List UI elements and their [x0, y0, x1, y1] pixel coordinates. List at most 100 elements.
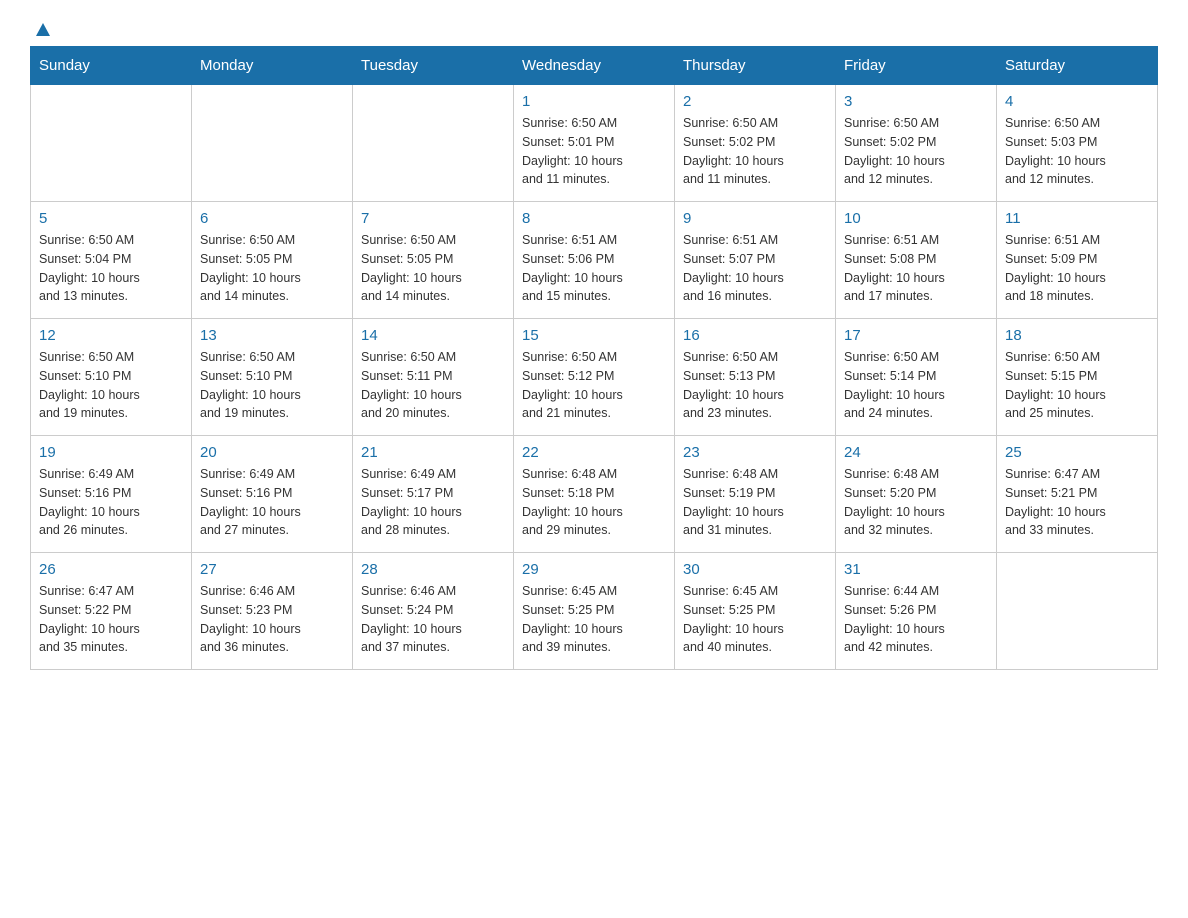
calendar-cell: 17 Sunrise: 6:50 AM Sunset: 5:14 PM Dayli… [836, 319, 997, 436]
calendar-week-row: 1Sunrise: 6:50 AM Sunset: 5:01 PM Daylig… [31, 85, 1158, 202]
day-info: Sunrise: 6:44 AM Sunset: 5:26 PM Dayligh… [844, 582, 988, 657]
calendar-week-row: 19 Sunrise: 6:49 AM Sunset: 5:16 PM Dayli… [31, 436, 1158, 553]
day-number: 17 [844, 327, 988, 344]
calendar-cell: 3Sunrise: 6:50 AM Sunset: 5:02 PM Daylig… [836, 85, 997, 202]
day-info: Sunrise: 6:46 AM Sunset: 5:24 PM Dayligh… [361, 582, 505, 657]
weekday-header-sunday: Sunday [31, 47, 192, 85]
calendar-cell: 14 Sunrise: 6:50 AM Sunset: 5:11 PM Dayli… [353, 319, 514, 436]
calendar-week-row: 26Sunrise: 6:47 AM Sunset: 5:22 PM Dayli… [31, 553, 1158, 670]
day-info: Sunrise: 6:46 AM Sunset: 5:23 PM Dayligh… [200, 582, 344, 657]
calendar-cell: 26Sunrise: 6:47 AM Sunset: 5:22 PM Dayli… [31, 553, 192, 670]
calendar-cell: 6Sunrise: 6:50 AM Sunset: 5:05 PM Daylig… [192, 202, 353, 319]
calendar-cell: 29 Sunrise: 6:45 AM Sunset: 5:25 PM Dayli… [514, 553, 675, 670]
logo [30, 20, 54, 36]
day-number: 5 [39, 210, 183, 227]
calendar-cell: 22Sunrise: 6:48 AM Sunset: 5:18 PM Dayli… [514, 436, 675, 553]
calendar-cell [192, 85, 353, 202]
day-info: Sunrise: 6:51 AM Sunset: 5:06 PM Dayligh… [522, 231, 666, 306]
day-number: 28 [361, 561, 505, 578]
calendar-cell: 8 Sunrise: 6:51 AM Sunset: 5:06 PM Daylig… [514, 202, 675, 319]
day-info: Sunrise: 6:50 AM Sunset: 5:15 PM Dayligh… [1005, 348, 1149, 423]
day-info: Sunrise: 6:50 AM Sunset: 5:05 PM Dayligh… [361, 231, 505, 306]
day-info: Sunrise: 6:47 AM Sunset: 5:22 PM Dayligh… [39, 582, 183, 657]
day-info: Sunrise: 6:50 AM Sunset: 5:13 PM Dayligh… [683, 348, 827, 423]
day-info: Sunrise: 6:50 AM Sunset: 5:10 PM Dayligh… [39, 348, 183, 423]
day-number: 21 [361, 444, 505, 461]
day-info: Sunrise: 6:50 AM Sunset: 5:04 PM Dayligh… [39, 231, 183, 306]
calendar-cell: 30 Sunrise: 6:45 AM Sunset: 5:25 PM Dayli… [675, 553, 836, 670]
weekday-header-saturday: Saturday [997, 47, 1158, 85]
calendar-cell: 16 Sunrise: 6:50 AM Sunset: 5:13 PM Dayli… [675, 319, 836, 436]
day-number: 20 [200, 444, 344, 461]
day-info: Sunrise: 6:50 AM Sunset: 5:02 PM Dayligh… [844, 114, 988, 189]
weekday-header-thursday: Thursday [675, 47, 836, 85]
calendar-cell: 21 Sunrise: 6:49 AM Sunset: 5:17 PM Dayli… [353, 436, 514, 553]
calendar-week-row: 12 Sunrise: 6:50 AM Sunset: 5:10 PM Dayli… [31, 319, 1158, 436]
day-number: 8 [522, 210, 666, 227]
day-info: Sunrise: 6:45 AM Sunset: 5:25 PM Dayligh… [522, 582, 666, 657]
day-info: Sunrise: 6:49 AM Sunset: 5:17 PM Dayligh… [361, 465, 505, 540]
day-info: Sunrise: 6:49 AM Sunset: 5:16 PM Dayligh… [39, 465, 183, 540]
day-info: Sunrise: 6:50 AM Sunset: 5:10 PM Dayligh… [200, 348, 344, 423]
day-number: 27 [200, 561, 344, 578]
day-number: 30 [683, 561, 827, 578]
calendar-cell: 9 Sunrise: 6:51 AM Sunset: 5:07 PM Daylig… [675, 202, 836, 319]
calendar-cell: 15Sunrise: 6:50 AM Sunset: 5:12 PM Dayli… [514, 319, 675, 436]
calendar-cell: 27 Sunrise: 6:46 AM Sunset: 5:23 PM Dayli… [192, 553, 353, 670]
weekday-header-wednesday: Wednesday [514, 47, 675, 85]
day-number: 23 [683, 444, 827, 461]
page-header [30, 20, 1158, 36]
day-number: 13 [200, 327, 344, 344]
day-info: Sunrise: 6:50 AM Sunset: 5:11 PM Dayligh… [361, 348, 505, 423]
day-number: 19 [39, 444, 183, 461]
day-number: 18 [1005, 327, 1149, 344]
day-number: 7 [361, 210, 505, 227]
day-info: Sunrise: 6:48 AM Sunset: 5:19 PM Dayligh… [683, 465, 827, 540]
calendar-cell: 18 Sunrise: 6:50 AM Sunset: 5:15 PM Dayli… [997, 319, 1158, 436]
logo-triangle-icon [32, 18, 54, 40]
day-info: Sunrise: 6:50 AM Sunset: 5:14 PM Dayligh… [844, 348, 988, 423]
calendar-cell: 20Sunrise: 6:49 AM Sunset: 5:16 PM Dayli… [192, 436, 353, 553]
calendar-cell: 28 Sunrise: 6:46 AM Sunset: 5:24 PM Dayli… [353, 553, 514, 670]
calendar-cell: 25 Sunrise: 6:47 AM Sunset: 5:21 PM Dayli… [997, 436, 1158, 553]
day-number: 6 [200, 210, 344, 227]
day-info: Sunrise: 6:50 AM Sunset: 5:12 PM Dayligh… [522, 348, 666, 423]
day-number: 16 [683, 327, 827, 344]
day-number: 14 [361, 327, 505, 344]
calendar-week-row: 5 Sunrise: 6:50 AM Sunset: 5:04 PM Daylig… [31, 202, 1158, 319]
day-info: Sunrise: 6:51 AM Sunset: 5:09 PM Dayligh… [1005, 231, 1149, 306]
weekday-header-tuesday: Tuesday [353, 47, 514, 85]
calendar-cell: 12 Sunrise: 6:50 AM Sunset: 5:10 PM Dayli… [31, 319, 192, 436]
day-info: Sunrise: 6:50 AM Sunset: 5:02 PM Dayligh… [683, 114, 827, 189]
day-number: 12 [39, 327, 183, 344]
day-number: 2 [683, 93, 827, 110]
day-info: Sunrise: 6:51 AM Sunset: 5:08 PM Dayligh… [844, 231, 988, 306]
calendar-cell: 23 Sunrise: 6:48 AM Sunset: 5:19 PM Dayli… [675, 436, 836, 553]
day-info: Sunrise: 6:47 AM Sunset: 5:21 PM Dayligh… [1005, 465, 1149, 540]
calendar-header-row: SundayMondayTuesdayWednesdayThursdayFrid… [31, 47, 1158, 85]
day-info: Sunrise: 6:50 AM Sunset: 5:03 PM Dayligh… [1005, 114, 1149, 189]
calendar-cell: 1Sunrise: 6:50 AM Sunset: 5:01 PM Daylig… [514, 85, 675, 202]
weekday-header-friday: Friday [836, 47, 997, 85]
calendar-cell [353, 85, 514, 202]
day-number: 4 [1005, 93, 1149, 110]
calendar-cell: 10 Sunrise: 6:51 AM Sunset: 5:08 PM Dayli… [836, 202, 997, 319]
day-number: 10 [844, 210, 988, 227]
calendar-cell: 31Sunrise: 6:44 AM Sunset: 5:26 PM Dayli… [836, 553, 997, 670]
day-number: 29 [522, 561, 666, 578]
day-number: 25 [1005, 444, 1149, 461]
calendar-cell: 2 Sunrise: 6:50 AM Sunset: 5:02 PM Daylig… [675, 85, 836, 202]
calendar-cell: 5 Sunrise: 6:50 AM Sunset: 5:04 PM Daylig… [31, 202, 192, 319]
day-info: Sunrise: 6:45 AM Sunset: 5:25 PM Dayligh… [683, 582, 827, 657]
day-info: Sunrise: 6:48 AM Sunset: 5:20 PM Dayligh… [844, 465, 988, 540]
calendar-cell: 7 Sunrise: 6:50 AM Sunset: 5:05 PM Daylig… [353, 202, 514, 319]
day-info: Sunrise: 6:48 AM Sunset: 5:18 PM Dayligh… [522, 465, 666, 540]
calendar-cell: 19 Sunrise: 6:49 AM Sunset: 5:16 PM Dayli… [31, 436, 192, 553]
weekday-header-monday: Monday [192, 47, 353, 85]
calendar-table: SundayMondayTuesdayWednesdayThursdayFrid… [30, 46, 1158, 670]
day-number: 9 [683, 210, 827, 227]
calendar-cell [31, 85, 192, 202]
day-info: Sunrise: 6:51 AM Sunset: 5:07 PM Dayligh… [683, 231, 827, 306]
day-number: 11 [1005, 210, 1149, 227]
day-info: Sunrise: 6:50 AM Sunset: 5:01 PM Dayligh… [522, 114, 666, 189]
